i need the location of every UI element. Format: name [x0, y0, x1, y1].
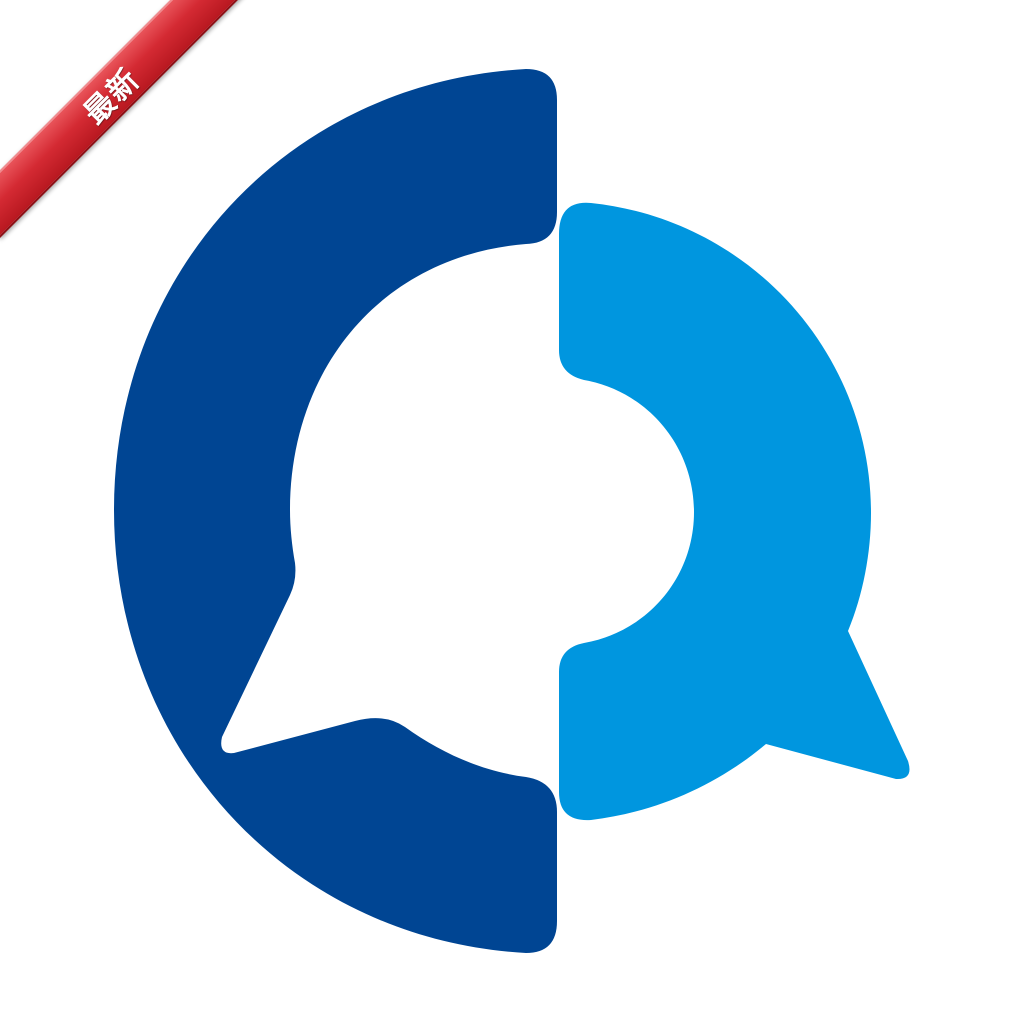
- ribbon-label: 最新: [77, 61, 148, 132]
- new-ribbon-badge: 最新: [0, 0, 255, 239]
- logo-light-half: [559, 202, 910, 821]
- corner-ribbon-container: 最新: [0, 0, 300, 300]
- app-icon-canvas: 最新: [0, 0, 1024, 1024]
